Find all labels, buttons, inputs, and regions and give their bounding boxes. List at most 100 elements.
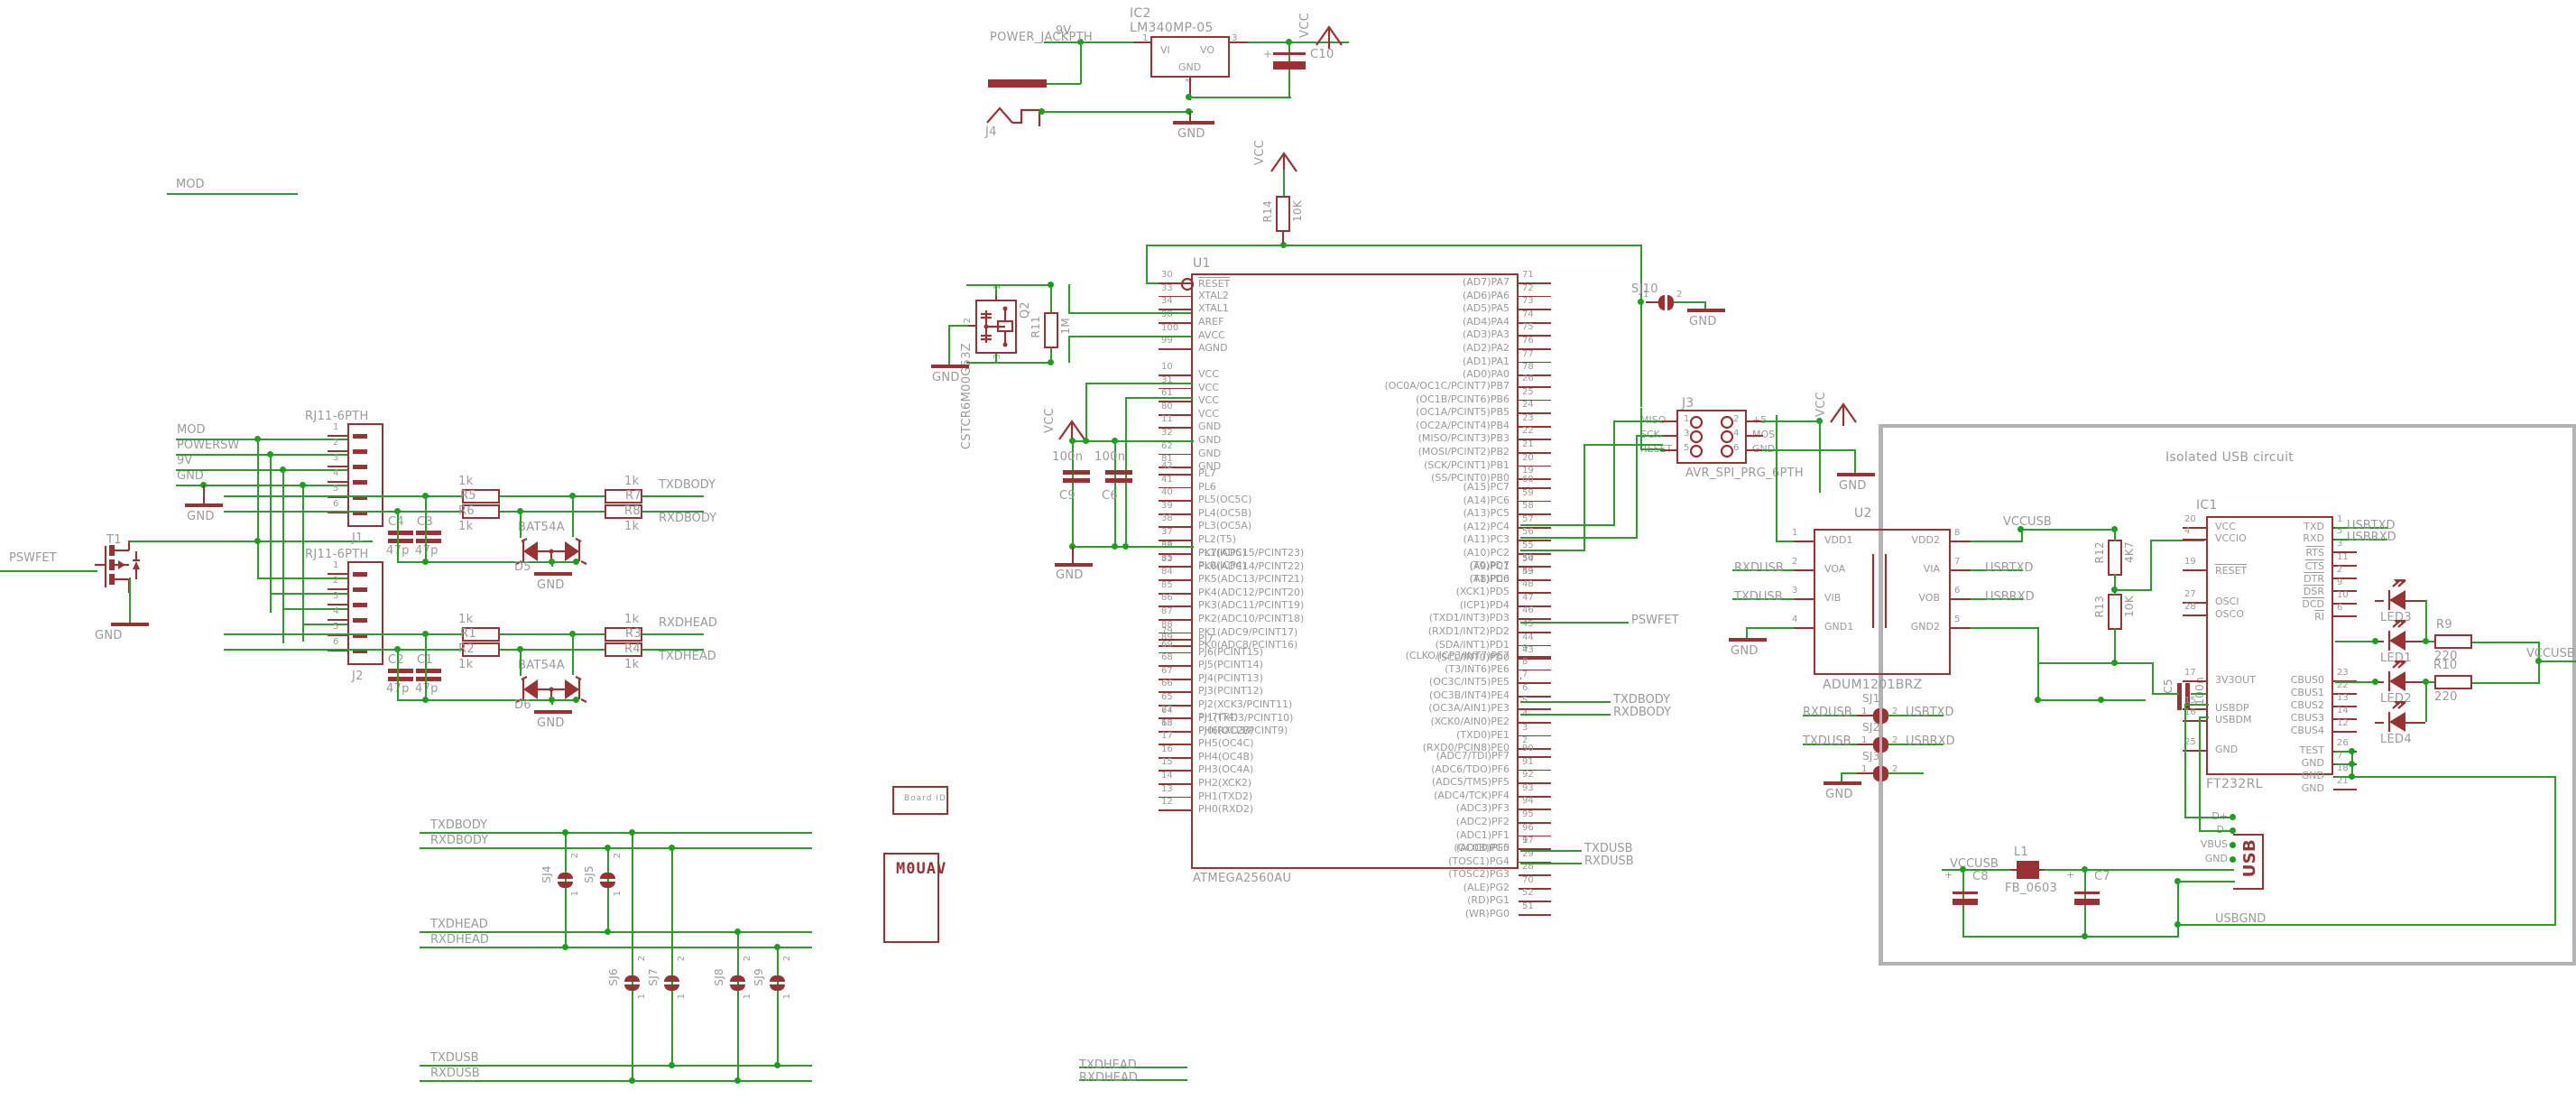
wire-xtal1-dn	[1068, 336, 1070, 363]
adum-pin-label: VIA	[1923, 563, 1940, 575]
r4-ref: R4	[624, 642, 641, 656]
r10-ref: R10	[2433, 659, 2458, 672]
gnd-label: GND	[1689, 315, 1717, 328]
wire-gndline-down	[302, 485, 304, 642]
mcu-pin-number: 58	[1522, 501, 1534, 512]
junction	[1286, 39, 1292, 45]
mcu-pin-label: PJ2(XCK3/PCINT11)	[1198, 698, 1293, 710]
wire-j2-p5	[224, 633, 383, 635]
mcu-pin-number: 50	[1522, 553, 1534, 563]
jumper-pad-sj3[interactable]	[1873, 766, 1888, 781]
wire-usbdp-h	[2184, 704, 2209, 706]
mcu-pin-number: 56	[1522, 527, 1534, 538]
power-jack-body	[988, 79, 1047, 88]
c1-value: 47p	[415, 682, 439, 696]
ft-pin-number: 20	[2184, 514, 2196, 524]
adum-ref: U2	[1854, 506, 1872, 521]
ft-pin-number: 13	[2337, 693, 2349, 703]
mcu-pin-label: (AD2)PA2	[1462, 342, 1510, 354]
mcu-pin-number: 39	[1161, 500, 1173, 511]
mcu-pin-label: (WR)PG0	[1464, 908, 1510, 919]
rj-pin-number: 5	[333, 484, 339, 494]
wire-xtal2-up	[1068, 284, 1070, 313]
wire-cap-gnd	[1188, 97, 1291, 98]
wire-rxdusb-mcu	[1520, 863, 1582, 864]
mcu-pin-label: AVCC	[1198, 328, 1225, 341]
led-cathode	[2375, 600, 2384, 602]
mcu-pin-label: PK2(ADC10/PCINT18)	[1198, 613, 1305, 624]
mcu-pin-label: (TXD1/INT3)PD3	[1428, 612, 1510, 624]
matrix-col-wire	[607, 847, 609, 931]
r14-value: 10K	[1291, 200, 1304, 223]
wire-r9-out	[2472, 642, 2540, 643]
r13-ref: R13	[2093, 596, 2106, 618]
jumper-pad-sj8[interactable]	[730, 975, 745, 991]
jumper-pad-sj7[interactable]	[664, 975, 679, 991]
l1-lead-l	[2010, 869, 2017, 871]
mcu-pin-number: 30	[1161, 270, 1173, 280]
mcu-pin-number: 74	[1522, 309, 1534, 319]
jumper-pad-sj5[interactable]	[600, 873, 615, 888]
mcu-pin-number: 32	[1161, 428, 1173, 438]
wire-9v-down	[1080, 42, 1082, 84]
mcu-pin-label: PJ5(PCINT14)	[1198, 659, 1263, 671]
ft-lead	[2333, 789, 2357, 790]
ft-pin-label: RTS	[2305, 546, 2324, 559]
matrix-col-wire	[565, 832, 567, 947]
wire-c5-l	[2152, 693, 2179, 695]
jumper-pad-sj4[interactable]	[558, 873, 573, 888]
ft-pin-label: OSCO	[2215, 608, 2244, 620]
gnd-stem	[1189, 112, 1191, 123]
wire-r12-tap	[2114, 589, 2152, 591]
mcu-pin-number: 60	[1522, 475, 1534, 485]
mcu-pin-label: (OC0B)PG5	[1454, 842, 1510, 854]
net-txdusb-mcu: TXDUSB	[1584, 842, 1633, 855]
matrix-row-wire	[420, 847, 812, 849]
mcu-pin-label: (T3/INT6)PE6	[1445, 662, 1510, 675]
wire-miso-h	[1613, 420, 1662, 422]
ft-pin-label: 3V3OUT	[2215, 674, 2256, 686]
wire-txdusb-mcu	[1520, 850, 1582, 852]
rj-pin-number: 1	[333, 422, 339, 432]
wire-adum-vdd2	[1971, 541, 2023, 542]
jumper-pin2: 2	[677, 956, 687, 962]
jumper-pad-sj6[interactable]	[624, 975, 640, 991]
jumper-half-top	[770, 975, 785, 982]
wire-usb-dp	[2184, 817, 2235, 818]
vcc-label-r14: VCC	[1253, 140, 1267, 165]
gnd-stem	[203, 485, 205, 505]
c8-plus: +	[1944, 869, 1953, 881]
wire-vccusb-h	[2021, 529, 2111, 531]
jumper-half-bottom	[730, 984, 745, 991]
adum-pin-number: 2	[1792, 557, 1798, 567]
wire-r2-out	[500, 649, 605, 651]
mcu-pin-label: (XCK1)PD5	[1455, 586, 1510, 598]
mcu-pin-label: PJ3(PCINT12)	[1198, 685, 1263, 698]
mcu-pin-label: (ADC3)PF3	[1455, 802, 1510, 815]
mcu-pin-number: 51	[1522, 901, 1534, 911]
mcu-pin-number: 80	[1161, 401, 1173, 411]
mcu-pin-label: VCC	[1198, 381, 1219, 393]
mcu-pin-label: (RXD1/INT2)PD2	[1427, 625, 1510, 637]
mcu-pin-label: (MOSI/PCINT2)PB2	[1417, 446, 1510, 457]
ft-lead	[2183, 614, 2206, 616]
mcu-pin-label: PH0(RXD2)	[1198, 803, 1254, 816]
mcu-pin-label: (AD0)PA0	[1462, 368, 1510, 381]
ft-pin-number: 6	[2337, 603, 2343, 613]
sj-lead-l	[1857, 715, 1875, 716]
mcu-pin-label: VCC	[1198, 394, 1219, 407]
c3-body	[416, 531, 441, 544]
r12-ref: R12	[2093, 541, 2106, 564]
mcu-pin-number: 90	[1522, 744, 1534, 753]
jumper-pad-sj9[interactable]	[770, 975, 785, 991]
mcu-pin-label: GND	[1198, 434, 1222, 446]
junction	[562, 944, 568, 950]
mcu-pin-label: (A15)PC7	[1463, 481, 1510, 493]
mcu-pin-number: 11	[1161, 414, 1173, 425]
wire-jack-gnd	[1041, 111, 1193, 113]
wire-miso	[1520, 524, 1615, 526]
sj10-pad[interactable]	[1658, 295, 1674, 310]
mcu-pin-lead	[1159, 809, 1191, 811]
rj-pin-number: 2	[333, 438, 339, 448]
ft-pin-number: 14	[2337, 706, 2349, 716]
